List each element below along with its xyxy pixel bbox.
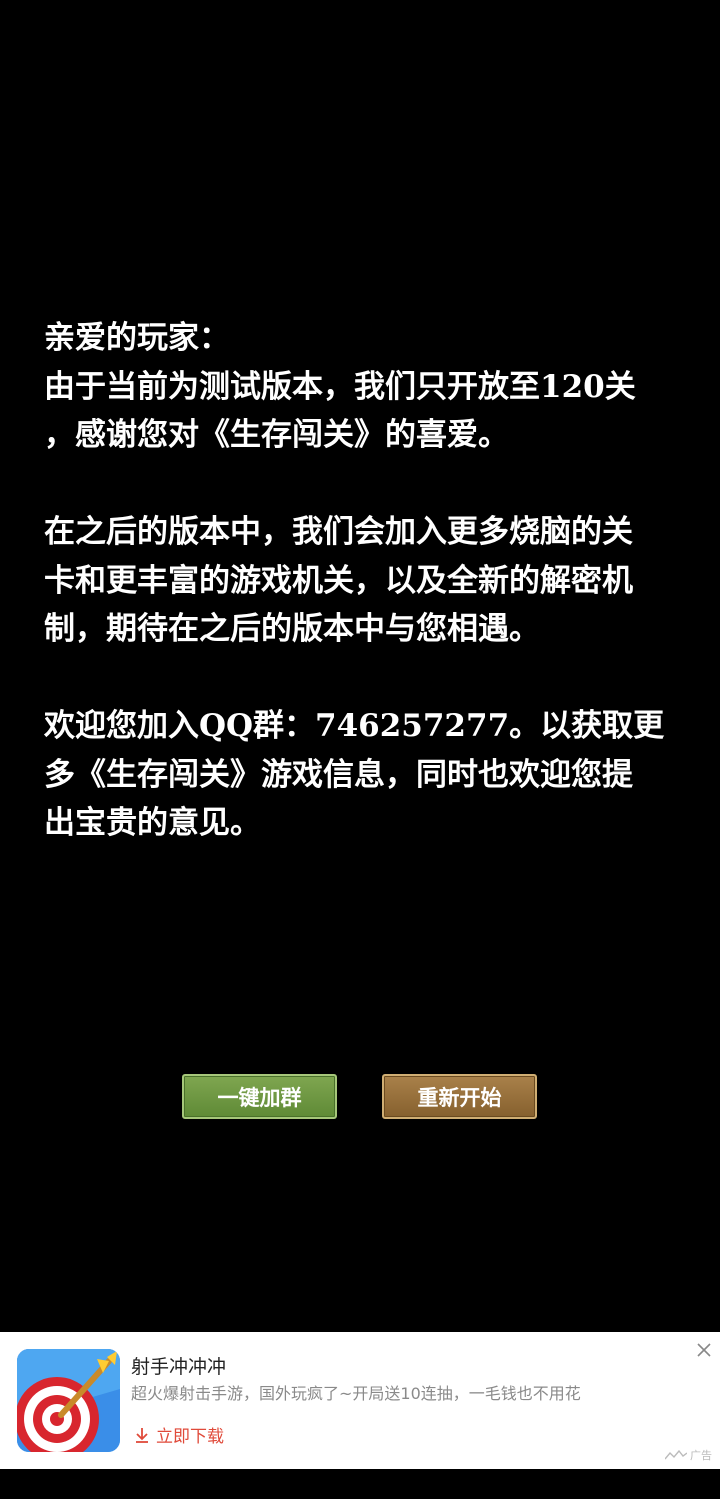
join-group-button[interactable]: 一键加群: [182, 1074, 337, 1119]
archery-target-icon[interactable]: [17, 1349, 120, 1452]
ad-label: 广告: [665, 1447, 712, 1463]
notice-message: 亲爱的玩家： 由于当前为测试版本，我们只开放至120关 ，感谢您对《生存闯关》的…: [44, 314, 684, 896]
ad-description: 超火爆射击手游，国外玩疯了~开局送10连抽，一毛钱也不用花: [131, 1384, 581, 1403]
notice-paragraph-test-version: 亲爱的玩家： 由于当前为测试版本，我们只开放至120关 ，感谢您对《生存闯关》的…: [44, 320, 636, 453]
ad-download-label: 立即下载: [156, 1427, 224, 1447]
close-icon[interactable]: [696, 1342, 712, 1358]
ad-banner[interactable]: 射手冲冲冲 超火爆射击手游，国外玩疯了~开局送10连抽，一毛钱也不用花 立即下载…: [0, 1332, 720, 1469]
ad-download-button[interactable]: 立即下载: [134, 1422, 224, 1447]
restart-button[interactable]: 重新开始: [382, 1074, 537, 1119]
ad-source-icon: [665, 1450, 687, 1460]
ad-label-text: 广告: [690, 1449, 712, 1462]
download-icon: [136, 1427, 148, 1443]
notice-paragraph-future-versions: 在之后的版本中，我们会加入更多烧脑的关 卡和更丰富的游戏机关，以及全新的解密机 …: [44, 514, 633, 647]
ad-title[interactable]: 射手冲冲冲: [131, 1352, 226, 1379]
notice-paragraph-qq-group: 欢迎您加入QQ群：746257277。以获取更 多《生存闯关》游戏信息，同时也欢…: [44, 708, 665, 841]
